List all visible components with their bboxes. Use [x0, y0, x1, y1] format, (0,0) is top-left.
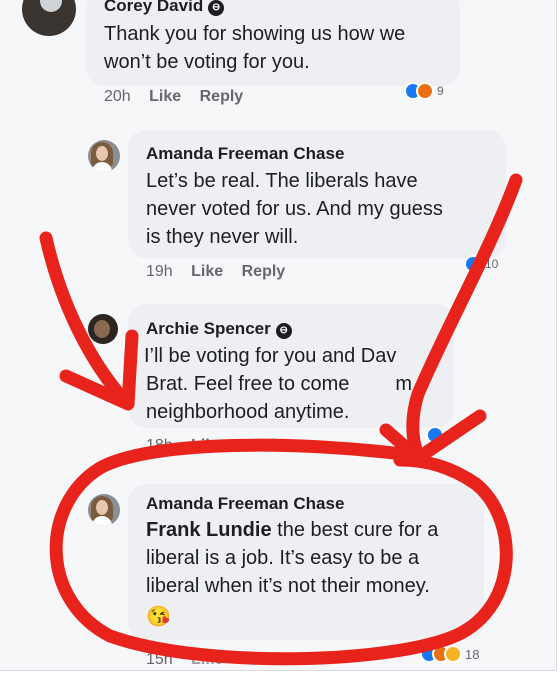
avatar[interactable]: [88, 494, 120, 526]
comment-time[interactable]: 19h: [146, 263, 173, 280]
comment-thread: Corey David ⊖ Thank you for showing us ho…: [0, 0, 557, 671]
reply-button[interactable]: Reply: [242, 437, 286, 449]
comment-time[interactable]: 20h: [104, 88, 131, 105]
comment-text: won’t be voting for you.: [104, 51, 310, 73]
comment-text: Thank you for showing us how we: [104, 23, 406, 45]
wow-reaction-icon: [444, 645, 462, 663]
avatar[interactable]: [88, 140, 120, 172]
emoji-kiss: 😘: [146, 606, 171, 628]
reply-button[interactable]: Reply: [200, 88, 244, 105]
mention-link[interactable]: Frank Lundie: [146, 519, 272, 541]
angry-reaction-icon: [416, 82, 434, 100]
like-button[interactable]: Like: [149, 88, 181, 105]
like-reaction-icon: [426, 426, 444, 444]
comment-text: liberal when it’s not their money.: [146, 575, 430, 597]
comment-author[interactable]: Amanda Freeman Chase: [146, 144, 344, 164]
comment-text: I’ll be voting for you and Dav: [144, 345, 397, 367]
comment-text: is they never will.: [146, 226, 299, 248]
comment-text: neighborhood anytime.: [146, 401, 350, 423]
comment-text: liberal is a job. It’s easy to be a: [146, 547, 420, 569]
avatar[interactable]: [22, 0, 76, 36]
reply-button[interactable]: Reply: [242, 263, 286, 280]
comment-author[interactable]: Corey David ⊖: [104, 0, 225, 16]
comment-actions: 19h Like Reply: [146, 263, 299, 281]
like-button[interactable]: Like: [191, 437, 223, 449]
comment-text: never voted for us. And my guess: [146, 198, 443, 220]
reactions-summary[interactable]: 10: [464, 255, 498, 273]
comment-actions: 15h Like: [146, 651, 237, 669]
profile-badge-icon: ⊖: [208, 0, 225, 16]
comment-author[interactable]: Amanda Freeman Chase: [146, 494, 344, 514]
reaction-count: 10: [485, 257, 499, 271]
reaction-count: 18: [465, 646, 480, 662]
comment-time[interactable]: 15h: [146, 651, 173, 668]
comment-text: Frank Lundie the best cure for a: [146, 519, 439, 541]
reactions-summary[interactable]: 18: [420, 645, 479, 663]
reactions-summary[interactable]: 9: [404, 82, 444, 100]
comment-text: Let’s be real. The liberals have: [146, 170, 418, 192]
comment-time[interactable]: 18h: [146, 437, 173, 449]
like-reaction-icon: [464, 255, 482, 273]
comment-actions: 18h Like Reply: [146, 437, 299, 449]
profile-badge-icon: ⊖: [275, 323, 292, 339]
comment-text: Brat. Feel free to come m: [146, 373, 413, 395]
avatar[interactable]: [88, 314, 118, 344]
like-button[interactable]: Like: [191, 263, 223, 280]
like-button[interactable]: Like: [191, 651, 223, 668]
comment-actions: 20h Like Reply: [104, 88, 257, 106]
comment-author[interactable]: Archie Spencer ⊖: [146, 319, 292, 339]
reaction-count: 9: [437, 84, 444, 98]
